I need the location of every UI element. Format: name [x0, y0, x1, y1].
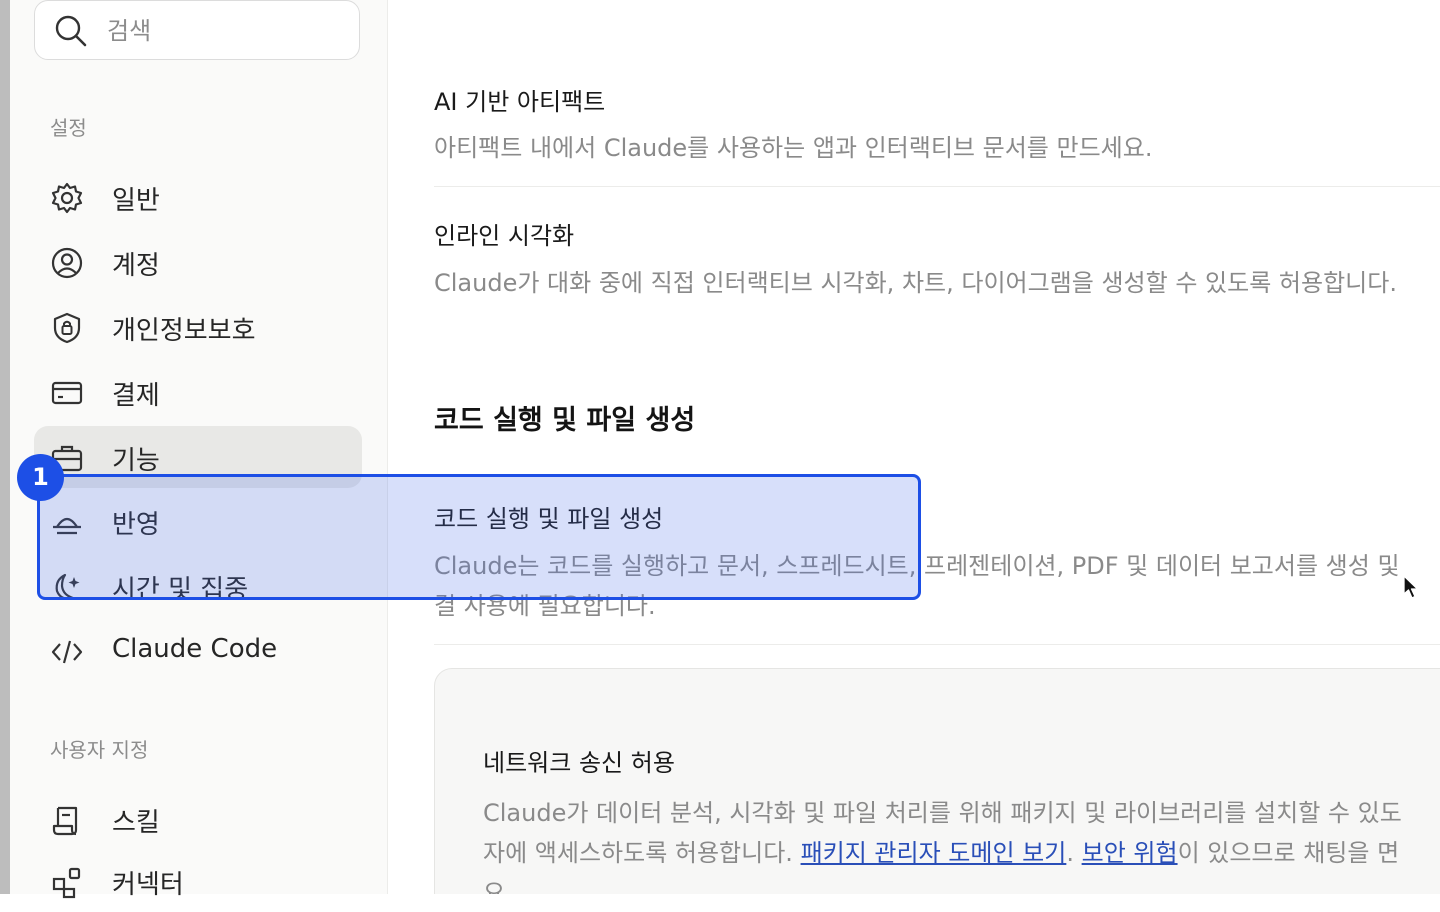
sidebar-item-label: 커넥터 — [112, 870, 184, 900]
search-box[interactable] — [34, 0, 360, 60]
view-package-domains-link[interactable]: 패키지 관리자 도메인 보기 — [801, 839, 1067, 867]
gear-icon — [50, 181, 84, 215]
sidebar-item-label: 개인정보보호 — [112, 316, 256, 346]
sidebar-item-skills[interactable]: 스킬 — [34, 788, 362, 850]
network-egress-description: Claude가 데이터 분석, 시각화 및 파일 처리를 위해 패키지 및 라이… — [483, 799, 1402, 827]
sidebar-item-general[interactable]: 일반 — [34, 166, 362, 228]
code-icon — [50, 635, 84, 669]
search-icon — [53, 13, 89, 49]
sidebar-item-label: 계정 — [112, 251, 160, 281]
search-input[interactable] — [105, 9, 339, 53]
sidebar-item-label: 결제 — [112, 381, 160, 411]
sidebar-item-label: 일반 — [112, 186, 160, 216]
artifacts-title: AI 기반 아티팩트 — [434, 88, 606, 116]
sidebar-item-label: Claude Code — [112, 634, 278, 664]
section-label-custom: 사용자 지정 — [50, 738, 149, 762]
divider — [434, 186, 1440, 187]
step-highlight-box — [37, 474, 921, 600]
section-label-settings: 설정 — [50, 116, 87, 140]
window-edge — [0, 0, 10, 894]
security-risks-link[interactable]: 보안 위험 — [1082, 839, 1178, 867]
features-panel: AI 기반 아티팩트 아티팩트 내에서 Claude를 사용하는 앱과 인터랙티… — [388, 0, 1440, 894]
step-badge: 1 — [17, 454, 64, 501]
sidebar-item-connectors[interactable]: 커넥터 — [34, 850, 362, 912]
sidebar-item-privacy[interactable]: 개인정보보호 — [34, 296, 362, 358]
section-heading-code-exec: 코드 실행 및 파일 생성 — [434, 405, 696, 436]
sidebar-item-claude-code[interactable]: Claude Code — [34, 620, 362, 682]
divider — [434, 644, 1440, 645]
network-egress-description-3: 요. — [483, 879, 513, 894]
network-egress-title: 네트워크 송신 허용 — [483, 749, 675, 777]
sidebar-item-label: 기능 — [112, 446, 160, 476]
scroll-icon — [50, 803, 84, 837]
settings-sidebar: 설정 일반 계정 개인정보보호 결제 기능 반영 — [10, 0, 388, 900]
inline-visual-title: 인라인 시각화 — [434, 222, 575, 250]
network-egress-description-2: 자에 액세스하도록 허용합니다. 패키지 관리자 도메인 보기. 보안 위험이 … — [483, 839, 1400, 867]
sidebar-item-billing[interactable]: 결제 — [34, 361, 362, 423]
mouse-cursor-icon — [1402, 574, 1420, 600]
user-circle-icon — [50, 246, 84, 280]
artifacts-description: 아티팩트 내에서 Claude를 사용하는 앱과 인터랙티브 문서를 만드세요. — [434, 134, 1153, 162]
network-egress-card: 네트워크 송신 허용 Claude가 데이터 분석, 시각화 및 파일 처리를 … — [434, 668, 1440, 894]
shield-lock-icon — [50, 311, 84, 345]
sidebar-item-account[interactable]: 계정 — [34, 231, 362, 293]
credit-card-icon — [50, 376, 84, 410]
inline-visual-description: Claude가 대화 중에 직접 인터랙티브 시각화, 차트, 다이어그램을 생… — [434, 269, 1397, 297]
sidebar-item-label: 스킬 — [112, 808, 160, 838]
